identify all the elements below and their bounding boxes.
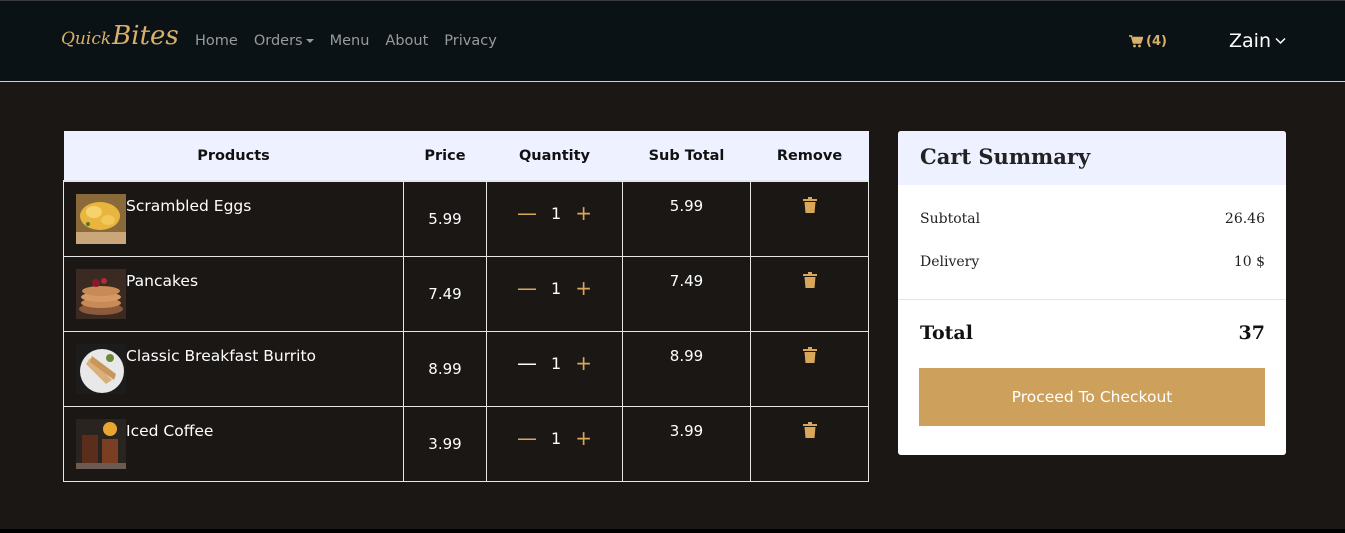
proceed-to-checkout-button[interactable]: Proceed To Checkout — [919, 368, 1265, 426]
user-name: Zain — [1229, 30, 1271, 52]
quantity-stepper: — 1 + — [487, 278, 622, 298]
subtotal-label: Subtotal — [920, 211, 981, 227]
nav-home[interactable]: Home — [195, 33, 238, 49]
quantity-value: 1 — [551, 353, 562, 373]
subtotal-value: 5.99 — [669, 197, 704, 215]
header-remove: Remove — [750, 131, 869, 181]
quantity-cell: — 1 + — [486, 331, 623, 407]
nav-orders-dropdown[interactable]: Orders — [254, 33, 314, 49]
product-name: Pancakes — [126, 272, 199, 290]
summary-divider — [898, 299, 1286, 300]
brand-logo[interactable]: QuickBites — [61, 21, 179, 51]
product-image-pancakes — [76, 269, 126, 319]
total-row: Total 37 — [920, 322, 1265, 344]
trash-icon[interactable] — [802, 422, 817, 438]
subtotal-cell: 7.49 — [622, 256, 751, 332]
product-cell: Pancakes — [63, 256, 404, 332]
plus-icon[interactable]: + — [575, 428, 592, 448]
cart-link[interactable]: (4) — [1129, 34, 1167, 49]
nav-links: Home Orders Menu About Privacy — [195, 33, 513, 49]
product-cell: Iced Coffee — [63, 406, 404, 482]
total-label: Total — [920, 322, 973, 344]
minus-icon[interactable]: — — [517, 353, 537, 373]
brand-main: Bites — [112, 21, 179, 51]
quantity-stepper: — 1 + — [487, 428, 622, 448]
quantity-cell: — 1 + — [486, 256, 623, 332]
navbar: QuickBites Home Orders Menu About Privac… — [0, 0, 1345, 82]
cart-icon — [1129, 35, 1143, 48]
price-cell: 7.49 — [403, 256, 487, 332]
plus-icon[interactable]: + — [575, 353, 592, 373]
subtotal-cell: 8.99 — [622, 331, 751, 407]
cart-summary-title: Cart Summary — [898, 131, 1286, 185]
table-row: Scrambled Eggs 5.99 — 1 + 5.99 — [63, 180, 869, 257]
price-value: 5.99 — [428, 210, 462, 228]
table-header-row: Products Price Quantity Sub Total Remove — [63, 131, 869, 181]
quantity-value: 1 — [551, 278, 562, 298]
delivery-row: Delivery 10 $ — [920, 254, 1265, 270]
table-row: Pancakes 7.49 — 1 + 7.49 — [63, 256, 869, 332]
trash-icon[interactable] — [802, 347, 817, 363]
caret-down-icon — [305, 39, 314, 43]
price-cell: 3.99 — [403, 406, 487, 482]
header-quantity: Quantity — [486, 131, 623, 181]
product-image-breakfast-burrito — [76, 344, 126, 394]
price-value: 7.49 — [428, 285, 462, 303]
price-value: 8.99 — [428, 360, 462, 378]
header-subtotal: Sub Total — [622, 131, 751, 181]
remove-cell — [750, 406, 869, 482]
user-menu[interactable]: Zain — [1229, 30, 1286, 52]
total-value: 37 — [1238, 322, 1265, 344]
brand-prefix: Quick — [61, 29, 112, 49]
product-cell: Classic Breakfast Burrito — [63, 331, 404, 407]
table-row: Iced Coffee 3.99 — 1 + 3.99 — [63, 406, 869, 482]
subtotal-value: 3.99 — [669, 422, 704, 440]
nav-orders-label: Orders — [253, 33, 303, 49]
nav-about[interactable]: About — [385, 33, 428, 49]
table-row: Classic Breakfast Burrito 8.99 — 1 + 8.9… — [63, 331, 869, 407]
quantity-cell: — 1 + — [486, 406, 623, 482]
product-name: Scrambled Eggs — [126, 197, 252, 215]
header-products: Products — [63, 131, 404, 181]
product-image-iced-coffee — [76, 419, 126, 469]
remove-cell — [750, 256, 869, 332]
subtotal-value: 26.46 — [1224, 211, 1265, 227]
delivery-value: 10 $ — [1233, 254, 1265, 270]
quantity-cell: — 1 + — [486, 180, 623, 257]
product-name: Iced Coffee — [126, 422, 214, 440]
cart-count: (4) — [1146, 34, 1167, 49]
price-value: 3.99 — [428, 435, 462, 453]
product-name: Classic Breakfast Burrito — [126, 347, 317, 365]
subtotal-cell: 5.99 — [622, 180, 751, 257]
plus-icon[interactable]: + — [575, 278, 592, 298]
quantity-stepper: — 1 + — [487, 203, 622, 223]
subtotal-value: 7.49 — [669, 272, 704, 290]
product-image-scrambled-eggs — [76, 194, 126, 244]
chevron-down-icon — [1275, 37, 1286, 45]
footer-edge — [0, 529, 1345, 533]
quantity-value: 1 — [551, 428, 562, 448]
plus-icon[interactable]: + — [575, 203, 592, 223]
nav-menu[interactable]: Menu — [330, 33, 370, 49]
minus-icon[interactable]: — — [517, 428, 537, 448]
remove-cell — [750, 331, 869, 407]
minus-icon[interactable]: — — [517, 278, 537, 298]
cart-summary-card: Cart Summary Subtotal 26.46 Delivery 10 … — [898, 131, 1286, 455]
subtotal-value: 8.99 — [669, 347, 704, 365]
subtotal-cell: 3.99 — [622, 406, 751, 482]
subtotal-row: Subtotal 26.46 — [920, 211, 1265, 227]
cart-table: Products Price Quantity Sub Total Remove… — [63, 131, 869, 482]
minus-icon[interactable]: — — [517, 203, 537, 223]
nav-privacy[interactable]: Privacy — [444, 33, 497, 49]
remove-cell — [750, 180, 869, 257]
delivery-label: Delivery — [920, 254, 980, 270]
quantity-stepper: — 1 + — [487, 353, 622, 373]
product-cell: Scrambled Eggs — [63, 180, 404, 257]
price-cell: 5.99 — [403, 180, 487, 257]
quantity-value: 1 — [551, 203, 562, 223]
header-price: Price — [403, 131, 487, 181]
price-cell: 8.99 — [403, 331, 487, 407]
trash-icon[interactable] — [802, 197, 817, 213]
trash-icon[interactable] — [802, 272, 817, 288]
